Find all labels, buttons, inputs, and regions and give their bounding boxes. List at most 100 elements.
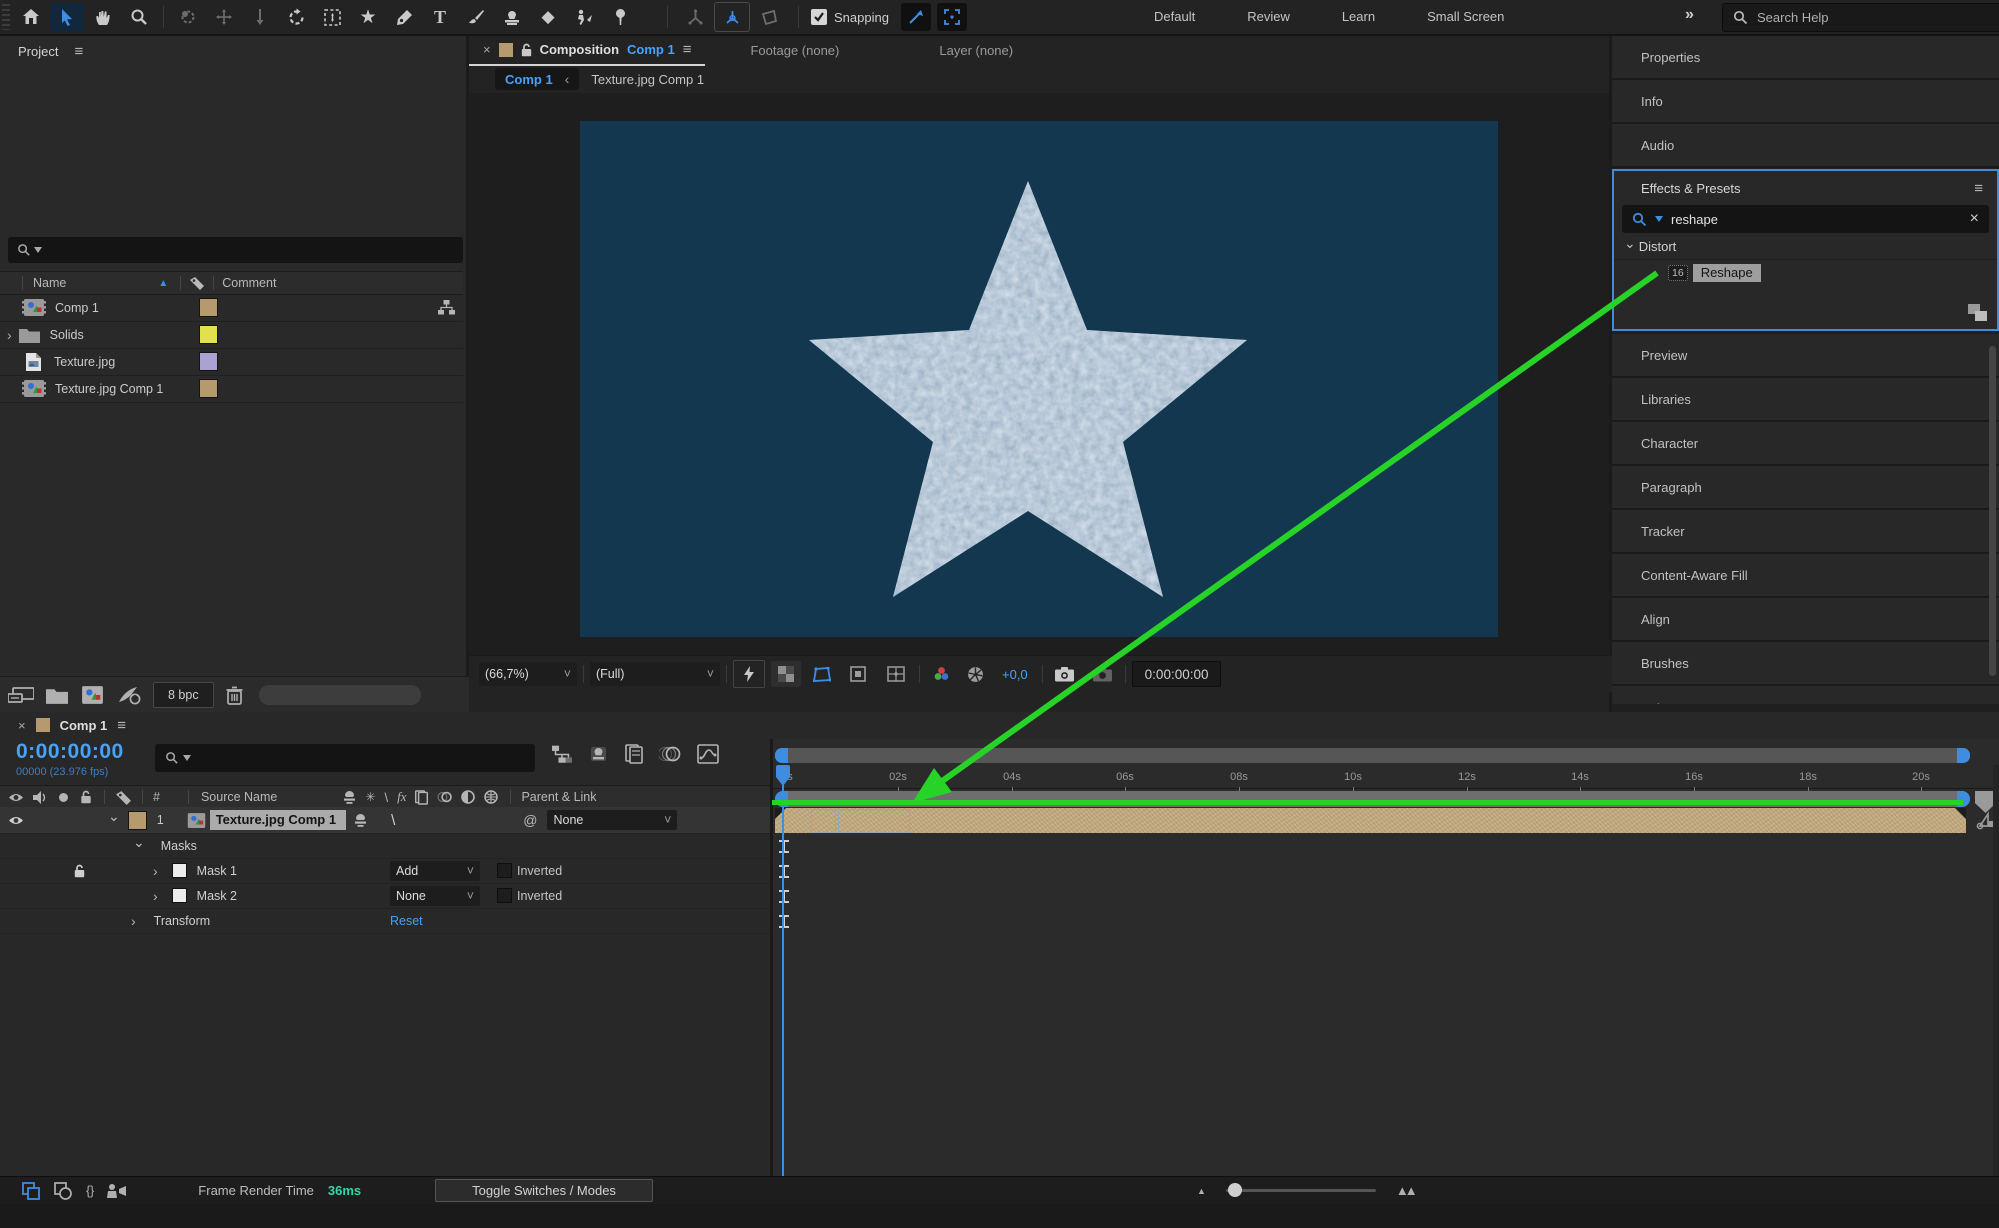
home-button[interactable] xyxy=(14,3,48,31)
toggle-transfer-controls-icon[interactable] xyxy=(54,1182,72,1200)
eraser-tool[interactable]: ◆ xyxy=(531,3,565,31)
exposure-value[interactable]: +0,0 xyxy=(1002,667,1028,682)
panel-tab-paragraph[interactable]: Paragraph xyxy=(1612,466,1999,510)
timeline-zoom-knob[interactable] xyxy=(1228,1183,1242,1197)
panel-tab-character[interactable]: Character xyxy=(1612,422,1999,466)
layer-quality-icon[interactable]: \ xyxy=(391,812,395,829)
sort-ascending-icon[interactable]: ▲ xyxy=(158,278,168,289)
label-color-swatch[interactable] xyxy=(199,352,218,371)
project-row-comp1[interactable]: Comp 1 xyxy=(0,294,463,322)
label-color-swatch[interactable] xyxy=(199,379,218,398)
project-row-texture-comp[interactable]: Texture.jpg Comp 1 xyxy=(0,375,463,403)
composition-mini-flowchart-icon[interactable] xyxy=(552,745,572,764)
zoom-tool[interactable] xyxy=(122,3,156,31)
region-of-interest-button[interactable] xyxy=(843,661,873,687)
panel-menu-icon[interactable]: ≡ xyxy=(117,717,126,734)
panel-tab-tracker[interactable]: Tracker xyxy=(1612,510,1999,554)
toggle-render-time-pane-icon[interactable] xyxy=(106,1183,128,1199)
channel-button[interactable] xyxy=(926,661,956,687)
mask-span-box-2[interactable] xyxy=(838,809,910,833)
masks-group-row[interactable]: ⌄ Masks xyxy=(0,833,770,859)
rotation-tool[interactable] xyxy=(279,3,313,31)
tab-footage[interactable]: Footage (none) xyxy=(705,43,899,58)
axis-mode-world[interactable] xyxy=(714,2,750,32)
mask-name[interactable]: Mask 2 xyxy=(197,889,237,903)
viewer-timecode[interactable]: 0:00:00:00 xyxy=(1132,661,1222,687)
panel-tab-content-aware-fill[interactable]: Content-Aware Fill xyxy=(1612,554,1999,598)
transform-expand-chevron[interactable]: › xyxy=(131,913,136,929)
mask-name[interactable]: Mask 1 xyxy=(197,864,237,878)
bit-depth-button[interactable]: 8 bpc xyxy=(153,682,214,708)
navigator-start-handle[interactable] xyxy=(775,748,788,763)
parent-link-dropdown[interactable]: None˅ xyxy=(547,810,677,830)
layer-expand-chevron[interactable]: ⌄ xyxy=(108,808,120,825)
effects-category-distort[interactable]: ⌄ Distort xyxy=(1614,233,1997,260)
mask-visibility-button[interactable] xyxy=(807,661,837,687)
workspace-tab-small-screen[interactable]: Small Screen xyxy=(1401,9,1530,24)
work-area-bar[interactable] xyxy=(775,791,1970,807)
current-time-indicator-line[interactable] xyxy=(782,765,784,1176)
grid-guides-button[interactable] xyxy=(879,661,913,687)
workspace-tab-learn[interactable]: Learn xyxy=(1316,9,1401,24)
panel-menu-icon[interactable]: ≡ xyxy=(74,43,83,60)
panel-tab-libraries[interactable]: Libraries xyxy=(1612,378,1999,422)
layer-duration-bar[interactable] xyxy=(775,808,1966,833)
panel-menu-icon[interactable]: ≡ xyxy=(1974,180,1983,197)
timeline-search-box[interactable] xyxy=(155,744,535,772)
mask-expand-chevron[interactable]: › xyxy=(153,888,158,904)
show-snapshot-button[interactable] xyxy=(1087,661,1119,687)
puppet-pin-tool[interactable] xyxy=(603,3,637,31)
orbit-camera-tool[interactable] xyxy=(171,3,205,31)
toggle-inout-panes-icon[interactable]: { } xyxy=(86,1183,92,1198)
motion-blur-icon[interactable] xyxy=(659,744,681,764)
parent-link-column-header[interactable]: Parent & Link xyxy=(521,790,596,804)
selection-tool[interactable] xyxy=(50,3,84,31)
roto-brush-tool[interactable] xyxy=(567,3,601,31)
layer-row-1[interactable]: ⌄ 1 Texture.jpg Comp 1 \ @ None˅ xyxy=(0,807,770,834)
mask-inverted-checkbox[interactable] xyxy=(497,863,512,878)
viewer-canvas[interactable] xyxy=(469,93,1609,655)
layer-visibility-eye-icon[interactable] xyxy=(8,815,24,826)
lock-icon[interactable] xyxy=(521,43,532,57)
mask-row-2[interactable]: › Mask 2 None˅ Inverted xyxy=(0,883,770,909)
source-name-column-header[interactable]: Source Name xyxy=(201,790,277,804)
breadcrumb-other-comp[interactable]: Texture.jpg Comp 1 xyxy=(591,72,704,87)
work-area-end-handle[interactable] xyxy=(1957,791,1970,807)
trash-icon[interactable] xyxy=(226,686,243,705)
mask-mode-dropdown[interactable]: None˅ xyxy=(390,886,480,906)
label-column-icon[interactable] xyxy=(189,276,205,290)
fast-previews-button[interactable] xyxy=(733,660,765,688)
panel-tab-audio[interactable]: Audio xyxy=(1612,124,1999,168)
flowchart-icon[interactable] xyxy=(438,300,455,315)
pan-camera-tool[interactable] xyxy=(207,3,241,31)
timeline-navigator[interactable] xyxy=(775,748,1970,763)
zoom-out-mountain-icon[interactable]: ▲ xyxy=(1197,1186,1206,1196)
mask-inverted-checkbox[interactable] xyxy=(497,888,512,903)
toggle-switches-modes-button[interactable]: Toggle Switches / Modes xyxy=(435,1179,653,1202)
panel-tab-align[interactable]: Align xyxy=(1612,598,1999,642)
resolution-dropdown[interactable]: (Full)˅ xyxy=(590,662,720,686)
pan-behind-tool[interactable] xyxy=(315,3,349,31)
expand-chevron-icon[interactable]: › xyxy=(7,327,12,343)
effect-name-selected[interactable]: Reshape xyxy=(1693,264,1761,282)
mask-color-swatch[interactable] xyxy=(172,863,187,878)
dolly-camera-tool[interactable] xyxy=(243,3,277,31)
workspace-tab-review[interactable]: Review xyxy=(1221,9,1316,24)
current-timecode[interactable]: 0:00:00:00 xyxy=(16,740,124,764)
current-time-indicator-handle[interactable] xyxy=(776,765,790,786)
clone-stamp-tool[interactable] xyxy=(495,3,529,31)
mask-row-1[interactable]: › Mask 1 Add˅ Inverted xyxy=(0,858,770,884)
panel-menu-icon[interactable]: ≡ xyxy=(683,41,692,58)
timeline-zoom-slider[interactable] xyxy=(1226,1189,1376,1192)
search-options-arrow[interactable] xyxy=(183,755,191,761)
snapping-checkbox[interactable] xyxy=(811,9,827,25)
magnification-dropdown[interactable]: (66,7%)˅ xyxy=(479,662,577,686)
project-hscrollbar-thumb[interactable] xyxy=(259,685,421,705)
brush-tool[interactable] xyxy=(459,3,493,31)
frame-blending-icon[interactable] xyxy=(625,744,643,764)
timeline-vscrollbar[interactable] xyxy=(1993,765,1999,1176)
project-row-texture[interactable]: Texture.jpg xyxy=(0,348,463,376)
mask-lock-icon[interactable] xyxy=(74,864,85,878)
toggle-layer-switches-icon[interactable] xyxy=(22,1182,40,1200)
composition-canvas[interactable] xyxy=(580,121,1498,637)
